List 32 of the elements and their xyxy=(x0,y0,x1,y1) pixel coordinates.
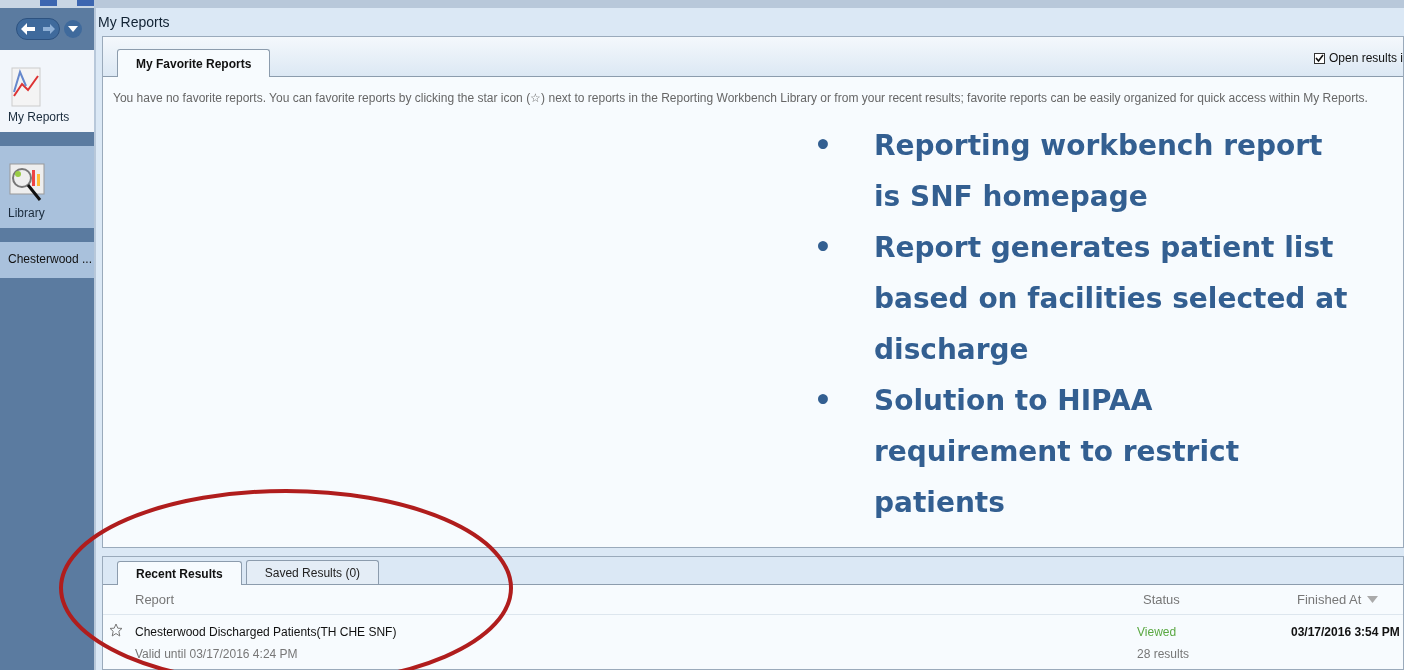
tab[interactable]: Saved Results (0) xyxy=(245,560,380,584)
sidebar-item[interactable]: Library xyxy=(0,146,94,228)
finished-time: 03/17/2016 3:54 PM xyxy=(1291,624,1400,641)
magnifier-book-icon xyxy=(8,160,48,204)
forward-arrow-icon xyxy=(43,24,55,34)
bullet: • xyxy=(813,230,833,266)
sidebar-item[interactable]: Chesterwood ... xyxy=(0,242,94,278)
star-icon[interactable] xyxy=(109,623,123,637)
valid-until: Valid until 03/17/2016 4:24 PM xyxy=(135,646,299,663)
annotation-text: Solution to HIPAA requirement to restrict patients xyxy=(874,383,1240,521)
annotation-text: Report generates patient list based on facilities selected at discharge xyxy=(874,230,1349,368)
bullet: • xyxy=(813,383,833,419)
tab[interactable]: Recent Results xyxy=(117,561,242,585)
annotation-text: Reporting workbench report is SNF homepage xyxy=(874,128,1324,215)
column-header[interactable]: Finished At xyxy=(1297,589,1379,610)
message: You have no favorite reports. You can favorite reports by clicking the star icon (☆) next to reports in the Reporting Workbench Library or from your recent results; favorite reports can be easily organized for quick access within My Reports. xyxy=(112,90,1369,107)
result-count: 28 results xyxy=(1137,646,1191,663)
bullet: • xyxy=(813,128,833,164)
checkbox-label[interactable]: Open results i xyxy=(1328,49,1403,67)
tab[interactable]: My Favorite Reports xyxy=(117,49,271,77)
report-name[interactable]: Chesterwood Discharged Patients(TH CHE SNF) xyxy=(135,623,1137,641)
sidebar-item[interactable]: My Reports xyxy=(0,50,94,132)
column-header[interactable]: Status xyxy=(1143,589,1297,610)
caret-icon xyxy=(68,26,78,32)
window-title: My Reports xyxy=(96,8,1404,36)
checkbox[interactable] xyxy=(1313,52,1325,64)
column-header[interactable]: Report xyxy=(135,589,1143,610)
dropdown-button[interactable] xyxy=(64,20,82,38)
back-arrow-icon xyxy=(21,23,35,35)
back-forward-button[interactable] xyxy=(16,18,60,40)
status-text: Viewed xyxy=(1137,624,1178,641)
sort-icon xyxy=(1367,596,1379,603)
